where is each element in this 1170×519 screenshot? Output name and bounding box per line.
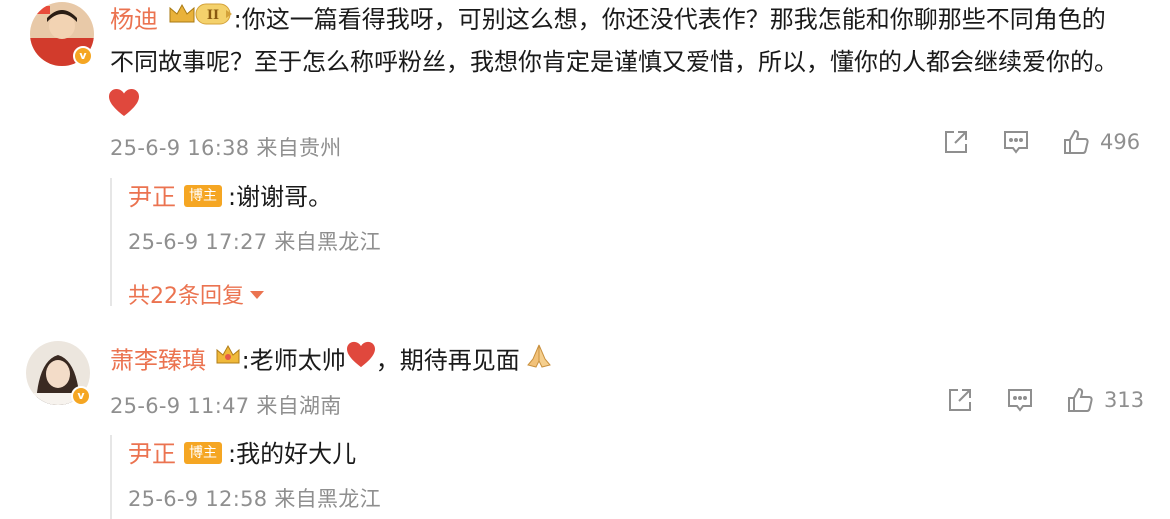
thumbs-up-icon[interactable] — [1062, 128, 1090, 156]
svg-text:II: II — [207, 8, 219, 23]
comment-text: 杨迪 II :你这一篇看得我呀，可别这么想，你还没代表作？那我怎能和你聊那些不同… — [110, 2, 1106, 39]
reply-thread: 尹正 博主:谢谢哥。 25-6-9 17:27 来自黑龙江 共22条回复 — [110, 178, 1170, 309]
reply-meta: 25-6-9 12:58 来自黑龙江 — [128, 487, 381, 511]
comment-icon[interactable] — [1006, 386, 1034, 414]
reply-text: 尹正 博主:谢谢哥。 — [128, 183, 333, 211]
crown-vip-icon[interactable] — [214, 342, 242, 377]
comment-actions: 313 — [946, 386, 1144, 414]
heart-emoji — [108, 88, 140, 122]
share-icon[interactable] — [946, 386, 974, 414]
comment-actions: 496 — [942, 128, 1140, 156]
comment-icon[interactable] — [1002, 128, 1030, 156]
comment-meta: 25-6-9 11:47 来自湖南 — [110, 394, 342, 418]
comment-meta: 25-6-9 16:38 来自贵州 — [110, 136, 342, 160]
username[interactable]: 萧李臻瑱 — [110, 347, 206, 375]
caret-down-icon — [250, 291, 264, 299]
heart-emoji — [346, 341, 376, 378]
comment-text: 萧李臻瑱 :老师太帅 ，期待再见面 — [110, 341, 554, 380]
username[interactable]: 尹正 — [128, 183, 176, 211]
host-badge: 博主 — [184, 185, 222, 207]
comment-text: 不同故事呢？至于怎么称呼粉丝，我想你肯定是谨慎又爱惜，所以，懂你的人都会继续爱你… — [110, 48, 1118, 76]
verified-v-icon: v — [73, 46, 93, 66]
username[interactable]: 杨迪 — [110, 6, 158, 34]
reply-text: 尹正 博主:我的好大儿 — [128, 440, 357, 468]
more-replies-link[interactable]: 共22条回复 — [128, 278, 264, 310]
like-count: 313 — [1104, 388, 1145, 412]
praying-hands-emoji — [524, 341, 554, 378]
crown-vip-icon[interactable]: II — [166, 0, 234, 37]
reply-meta: 25-6-9 17:27 来自黑龙江 — [128, 230, 381, 254]
verified-v-icon: v — [71, 386, 91, 406]
comment-item: v 萧李臻瑱 :老师太帅 ，期待再见面 25-6-9 11:47 来自湖南 31… — [0, 335, 1170, 519]
username[interactable]: 尹正 — [128, 440, 176, 468]
like-count: 496 — [1100, 130, 1141, 154]
reply-thread: 尹正 博主:我的好大儿 25-6-9 12:58 来自黑龙江 — [110, 435, 1170, 519]
thumbs-up-icon[interactable] — [1066, 386, 1094, 414]
host-badge: 博主 — [184, 442, 222, 464]
share-icon[interactable] — [942, 128, 970, 156]
comment-item: v 杨迪 II :你这一篇看得我呀，可别这么想，你还没代表作？那我怎能和你聊那些… — [0, 0, 1170, 320]
